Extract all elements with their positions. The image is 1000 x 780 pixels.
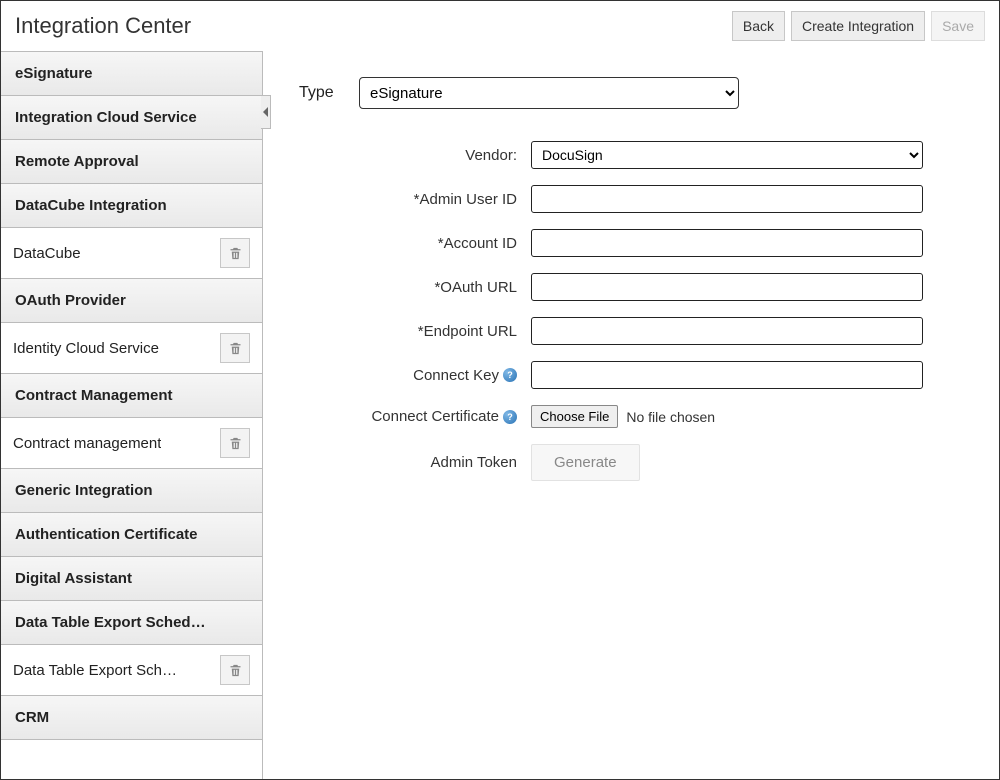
- account-id-label: *Account ID: [299, 235, 531, 252]
- type-select[interactable]: eSignature: [359, 77, 739, 109]
- connect-key-input[interactable]: [531, 361, 923, 389]
- sidebar-header[interactable]: DataCube Integration: [1, 184, 262, 228]
- sidebar-item[interactable]: Data Table Export Sch…: [1, 645, 262, 696]
- endpoint-url-input[interactable]: [531, 317, 923, 345]
- vendor-select[interactable]: DocuSign: [531, 141, 923, 169]
- sidebar-item-label: DataCube: [13, 245, 81, 262]
- sidebar-item[interactable]: Contract management: [1, 418, 262, 469]
- file-status: No file chosen: [626, 409, 715, 425]
- main-panel: Type eSignature Vendor: DocuSign *Admin …: [263, 51, 999, 779]
- back-button[interactable]: Back: [732, 11, 785, 41]
- sidebar-item[interactable]: Identity Cloud Service: [1, 323, 262, 374]
- sidebar-item-label: Identity Cloud Service: [13, 340, 159, 357]
- sidebar-header[interactable]: OAuth Provider: [1, 279, 262, 323]
- connect-key-label: Connect Key ?: [299, 367, 531, 384]
- connect-key-label-text: Connect Key: [413, 367, 499, 384]
- sidebar-header[interactable]: CRM: [1, 696, 262, 740]
- page-title: Integration Center: [15, 13, 191, 39]
- trash-icon[interactable]: [220, 428, 250, 458]
- choose-file-button[interactable]: Choose File: [531, 405, 618, 428]
- vendor-label: Vendor:: [299, 147, 531, 164]
- type-label: Type: [299, 84, 359, 102]
- trash-icon[interactable]: [220, 238, 250, 268]
- save-button: Save: [931, 11, 985, 41]
- sidebar-header[interactable]: Remote Approval: [1, 140, 262, 184]
- oauth-url-input[interactable]: [531, 273, 923, 301]
- sidebar[interactable]: eSignatureIntegration Cloud ServiceRemot…: [1, 51, 263, 779]
- sidebar-item-label: Contract management: [13, 435, 161, 452]
- sidebar-header[interactable]: Generic Integration: [1, 469, 262, 513]
- oauth-url-label: *OAuth URL: [299, 279, 531, 296]
- sidebar-header[interactable]: Integration Cloud Service: [1, 96, 262, 140]
- help-icon[interactable]: ?: [503, 368, 517, 382]
- header-buttons: Back Create Integration Save: [732, 11, 985, 41]
- connect-cert-label-text: Connect Certificate: [371, 408, 499, 425]
- admin-user-id-label: *Admin User ID: [299, 191, 531, 208]
- generate-button: Generate: [531, 444, 640, 481]
- type-row: Type eSignature: [299, 77, 963, 109]
- sidebar-collapse-handle[interactable]: [261, 95, 271, 129]
- admin-token-label: Admin Token: [299, 454, 531, 471]
- trash-icon[interactable]: [220, 655, 250, 685]
- body: eSignatureIntegration Cloud ServiceRemot…: [1, 51, 999, 779]
- sidebar-header[interactable]: Contract Management: [1, 374, 262, 418]
- sidebar-header[interactable]: eSignature: [1, 52, 262, 96]
- sidebar-header[interactable]: Data Table Export Sched…: [1, 601, 262, 645]
- sidebar-item[interactable]: DataCube: [1, 228, 262, 279]
- create-integration-button[interactable]: Create Integration: [791, 11, 925, 41]
- connect-cert-label: Connect Certificate ?: [299, 408, 531, 425]
- help-icon[interactable]: ?: [503, 410, 517, 424]
- sidebar-header[interactable]: Digital Assistant: [1, 557, 262, 601]
- header: Integration Center Back Create Integrati…: [1, 1, 999, 51]
- admin-user-id-input[interactable]: [531, 185, 923, 213]
- endpoint-url-label: *Endpoint URL: [299, 323, 531, 340]
- sidebar-item-label: Data Table Export Sch…: [13, 662, 177, 679]
- account-id-input[interactable]: [531, 229, 923, 257]
- sidebar-header[interactable]: Authentication Certificate: [1, 513, 262, 557]
- trash-icon[interactable]: [220, 333, 250, 363]
